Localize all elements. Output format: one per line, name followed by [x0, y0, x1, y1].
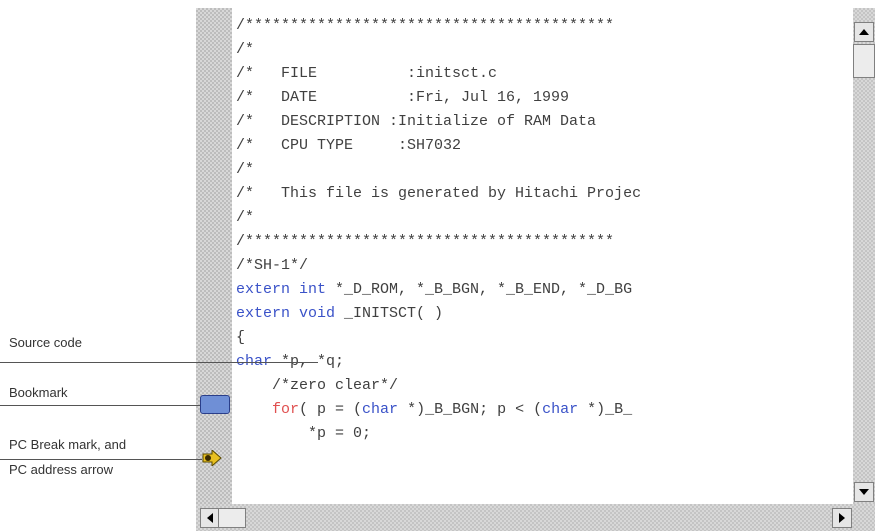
label-pc-break-line1: PC Break mark, and: [9, 437, 127, 452]
code-line: extern void _INITSCT( ): [236, 302, 443, 326]
code-text: ( p = (: [299, 401, 363, 418]
code-line: /***************************************…: [236, 233, 615, 250]
code-line: /* CPU TYPE :SH7032: [236, 137, 462, 154]
vertical-scrollbar[interactable]: [853, 8, 875, 504]
code-line: /*: [236, 209, 255, 226]
code-line: /*zero clear*/: [236, 377, 399, 394]
label-pc-break-line2: PC address arrow: [9, 462, 114, 477]
code-keyword: for: [272, 401, 300, 418]
code-line: /***************************************…: [236, 17, 615, 34]
leader-line-source-code: [0, 362, 318, 363]
code-line: /*: [236, 41, 255, 58]
code-line: /*: [236, 161, 255, 178]
code-line: /* DATE :Fri, Jul 16, 1999: [236, 89, 570, 106]
code-text: *)_B_BGN; p < (: [398, 401, 543, 418]
code-keyword: char: [542, 401, 579, 418]
triangle-down-icon: [859, 489, 869, 495]
code-text: _INITSCT( ): [335, 305, 444, 322]
triangle-right-icon: [839, 513, 845, 523]
leader-line-pc-break: [0, 459, 202, 460]
code-keyword: char: [362, 401, 399, 418]
leader-line-bookmark: [0, 405, 200, 406]
label-source-code: Source code: [9, 335, 82, 350]
scroll-up-button[interactable]: [854, 22, 874, 42]
pc-break-arrow-icon[interactable]: [202, 450, 222, 466]
code-keyword: extern void: [236, 305, 336, 322]
code-line: /* FILE :initsct.c: [236, 65, 498, 82]
scroll-down-button[interactable]: [854, 482, 874, 502]
code-text: *_D_ROM, *_B_BGN, *_B_END, *_D_BG: [326, 281, 633, 298]
scroll-left-button[interactable]: [200, 508, 220, 528]
code-line: /*SH-1*/: [236, 257, 309, 274]
scroll-right-button[interactable]: [832, 508, 852, 528]
bookmark-marker-icon[interactable]: [200, 395, 230, 414]
triangle-up-icon: [859, 29, 869, 35]
label-bookmark: Bookmark: [9, 385, 68, 400]
editor-gutter[interactable]: [196, 8, 232, 504]
code-line: extern int *_D_ROM, *_B_BGN, *_B_END, *_…: [236, 278, 632, 302]
code-line: *p = 0;: [236, 425, 372, 442]
horizontal-scrollbar[interactable]: [196, 504, 875, 531]
code-keyword: extern int: [236, 281, 327, 298]
code-area[interactable]: /***************************************…: [232, 8, 853, 504]
horizontal-scroll-thumb[interactable]: [218, 508, 246, 528]
code-line: /* DESCRIPTION :Initialize of RAM Data: [236, 113, 597, 130]
triangle-left-icon: [207, 513, 213, 523]
vertical-scroll-thumb[interactable]: [853, 44, 875, 78]
code-line: for( p = (char *)_B_BGN; p < (char *)_B_: [236, 398, 632, 422]
code-line: /* This file is generated by Hitachi Pro…: [236, 185, 642, 202]
code-text: *)_B_: [578, 401, 633, 418]
code-line: {: [236, 329, 246, 346]
